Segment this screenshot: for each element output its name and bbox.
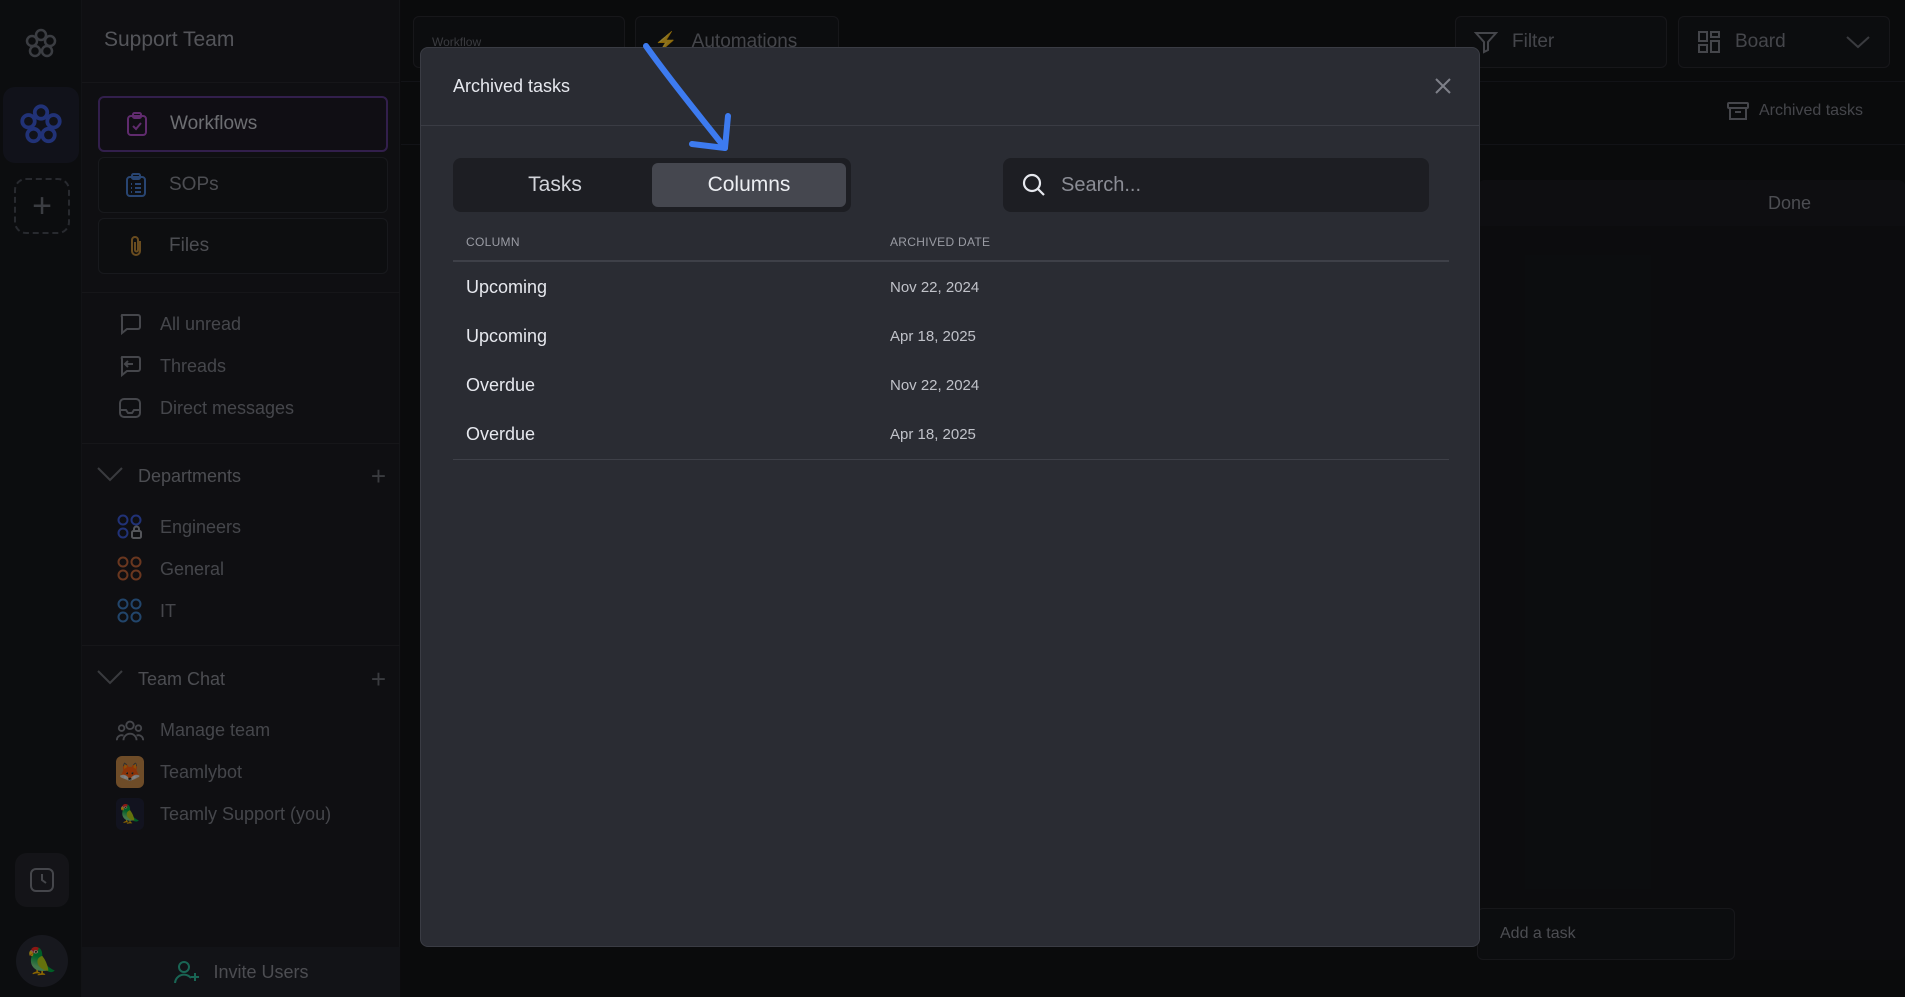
search-input[interactable] bbox=[1061, 173, 1401, 197]
archived-tasks-modal: Archived tasks Tasks Columns COLUMN ARCH… bbox=[420, 47, 1480, 947]
row-column-name: Overdue bbox=[466, 424, 536, 444]
column-header-column: COLUMN bbox=[466, 235, 520, 249]
row-archived-date: Apr 18, 2025 bbox=[890, 426, 976, 443]
table-header: COLUMN ARCHIVED DATE bbox=[453, 224, 1449, 262]
row-archived-date: Nov 22, 2024 bbox=[890, 279, 980, 296]
tab-columns[interactable]: Columns bbox=[652, 163, 846, 207]
table-row[interactable]: Overdue Apr 18, 2025 bbox=[453, 410, 1449, 460]
search-box bbox=[1003, 158, 1429, 212]
row-column-name: Upcoming bbox=[466, 326, 548, 346]
column-header-archived-date: ARCHIVED DATE bbox=[890, 235, 991, 249]
modal-header: Archived tasks bbox=[421, 48, 1479, 126]
row-column-name: Overdue bbox=[466, 375, 536, 395]
app: + 🦜 Support Team Workflows SOPs Files Al… bbox=[0, 0, 1905, 997]
table-row[interactable]: Upcoming Apr 18, 2025 bbox=[453, 312, 1449, 361]
archived-columns-table: COLUMN ARCHIVED DATE Upcoming Nov 22, 20… bbox=[453, 224, 1449, 460]
row-column-name: Upcoming bbox=[466, 277, 548, 297]
table-row[interactable]: Upcoming Nov 22, 2024 bbox=[453, 263, 1449, 312]
close-icon bbox=[1435, 78, 1451, 94]
annotation-arrow-icon bbox=[643, 43, 731, 151]
row-archived-date: Apr 18, 2025 bbox=[890, 328, 976, 345]
table-row[interactable]: Overdue Nov 22, 2024 bbox=[453, 361, 1449, 410]
row-archived-date: Nov 22, 2024 bbox=[890, 377, 980, 394]
tab-tasks[interactable]: Tasks bbox=[458, 163, 652, 207]
search-icon bbox=[1022, 173, 1045, 196]
archive-type-toggle: Tasks Columns bbox=[453, 158, 851, 212]
close-button[interactable] bbox=[1429, 72, 1457, 100]
modal-title: Archived tasks bbox=[453, 76, 571, 96]
